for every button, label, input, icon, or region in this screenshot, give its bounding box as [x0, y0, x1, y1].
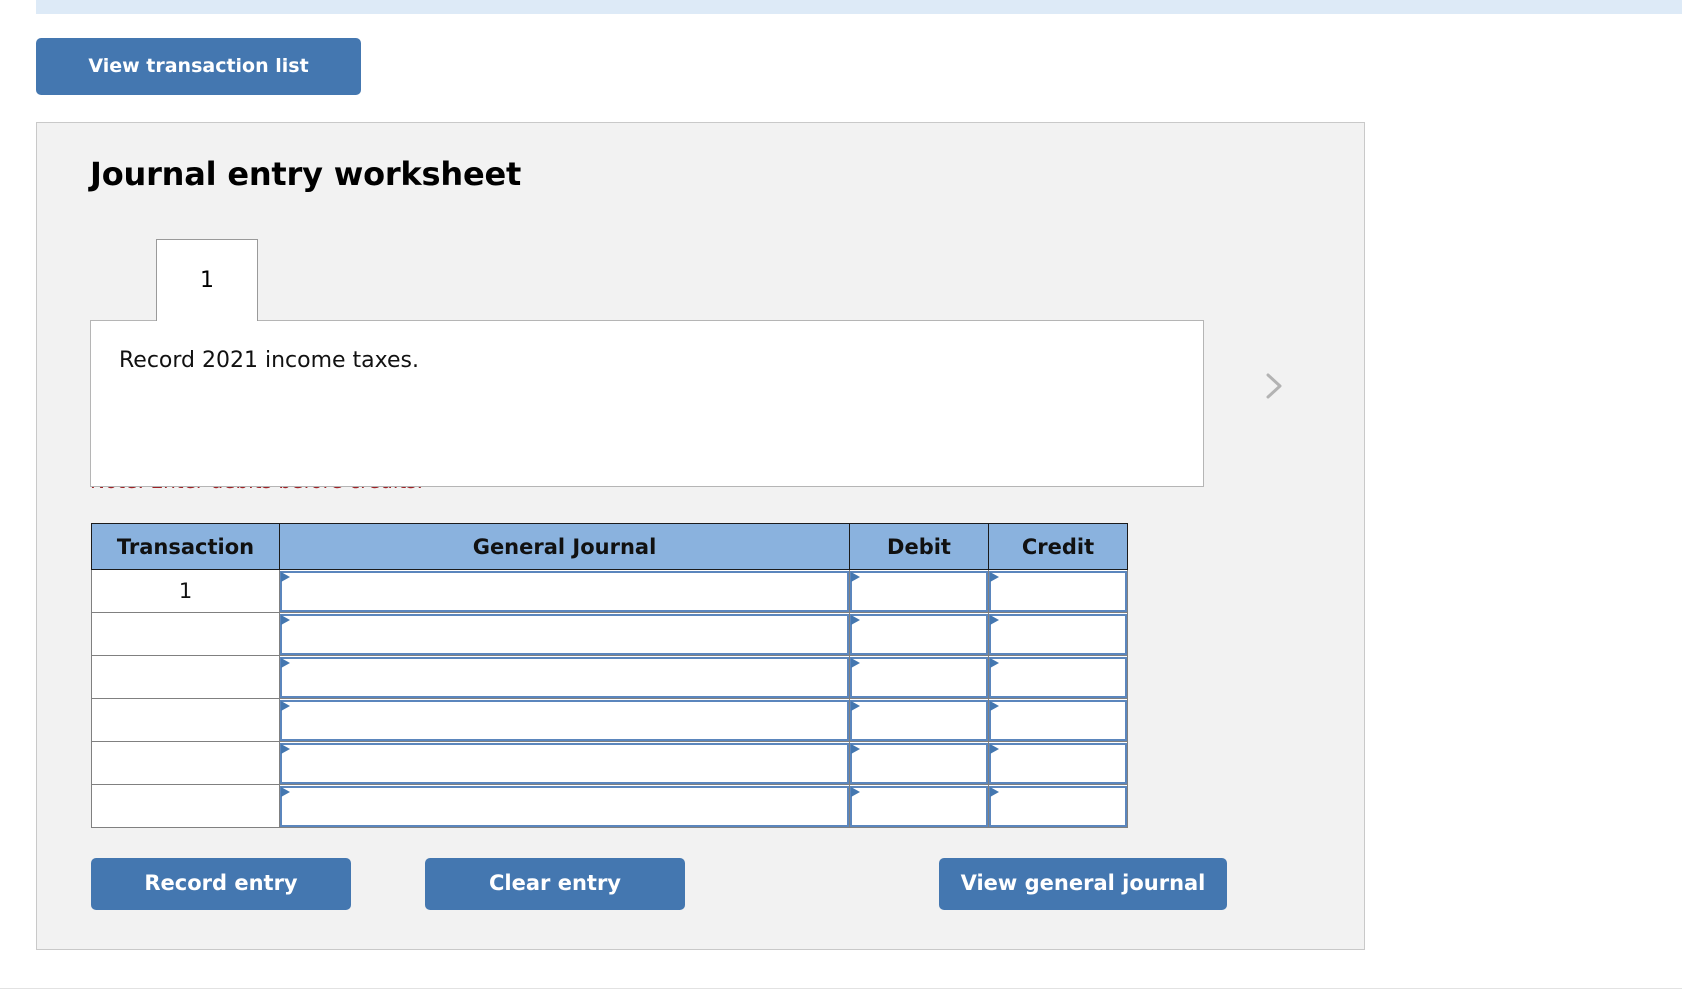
general-journal-input-1[interactable] — [282, 572, 847, 610]
general-journal-field-wrapper — [280, 742, 849, 784]
cell-general-journal[interactable] — [279, 655, 850, 699]
cell-general-journal[interactable] — [279, 741, 850, 785]
view-general-journal-button[interactable]: View general journal — [939, 858, 1227, 910]
credit-input-3[interactable] — [991, 658, 1125, 696]
cell-credit[interactable] — [988, 784, 1128, 828]
credit-field-wrapper — [989, 656, 1127, 698]
column-header-credit: Credit — [988, 523, 1128, 570]
cell-credit[interactable] — [988, 698, 1128, 742]
debit-input-6[interactable] — [852, 787, 986, 825]
general-journal-input-4[interactable] — [282, 701, 847, 739]
top-blue-strip — [36, 0, 1682, 14]
page-title: Journal entry worksheet — [90, 155, 522, 193]
page-root: View transaction list Journal entry work… — [0, 0, 1682, 1002]
cell-general-journal[interactable] — [279, 569, 850, 613]
clear-entry-button[interactable]: Clear entry — [425, 858, 685, 910]
cell-debit[interactable] — [849, 741, 989, 785]
debit-field-wrapper — [850, 656, 988, 698]
general-journal-input-5[interactable] — [282, 744, 847, 782]
cell-transaction-number — [91, 655, 280, 699]
cell-transaction-number — [91, 784, 280, 828]
cell-transaction-number: 1 — [91, 569, 280, 613]
debit-field-wrapper — [850, 570, 988, 612]
credit-input-1[interactable] — [991, 572, 1125, 610]
cell-debit[interactable] — [849, 784, 989, 828]
table-row — [91, 784, 1128, 828]
column-header-transaction: Transaction — [91, 523, 280, 570]
cell-transaction-number — [91, 698, 280, 742]
journal-entry-table: Transaction General Journal Debit Credit… — [91, 523, 1128, 828]
bottom-divider — [0, 988, 1682, 989]
cell-general-journal[interactable] — [279, 784, 850, 828]
credit-input-4[interactable] — [991, 701, 1125, 739]
column-header-general-journal: General Journal — [279, 523, 850, 570]
cell-debit[interactable] — [849, 612, 989, 656]
cell-transaction-number — [91, 612, 280, 656]
cell-credit[interactable] — [988, 569, 1128, 613]
cell-credit[interactable] — [988, 612, 1128, 656]
general-journal-field-wrapper — [280, 785, 849, 827]
general-journal-field-wrapper — [280, 570, 849, 612]
table-row: 1 — [91, 569, 1128, 613]
credit-field-wrapper — [989, 742, 1127, 784]
table-header-row: Transaction General Journal Debit Credit — [91, 523, 1128, 570]
debit-field-wrapper — [850, 699, 988, 741]
credit-input-2[interactable] — [991, 615, 1125, 653]
cell-debit[interactable] — [849, 698, 989, 742]
debit-input-4[interactable] — [852, 701, 986, 739]
cell-general-journal[interactable] — [279, 698, 850, 742]
column-header-debit: Debit — [849, 523, 989, 570]
credit-input-5[interactable] — [991, 744, 1125, 782]
general-journal-field-wrapper — [280, 699, 849, 741]
record-entry-button[interactable]: Record entry — [91, 858, 351, 910]
credit-field-wrapper — [989, 613, 1127, 655]
cell-credit[interactable] — [988, 655, 1128, 699]
cell-debit[interactable] — [849, 569, 989, 613]
general-journal-field-wrapper — [280, 656, 849, 698]
debit-input-2[interactable] — [852, 615, 986, 653]
credit-field-wrapper — [989, 570, 1127, 612]
chevron-right-icon[interactable] — [1255, 369, 1289, 403]
journal-table-body: 1 — [91, 569, 1128, 828]
debit-input-3[interactable] — [852, 658, 986, 696]
table-row — [91, 741, 1128, 785]
cell-credit[interactable] — [988, 741, 1128, 785]
general-journal-input-2[interactable] — [282, 615, 847, 653]
table-row — [91, 612, 1128, 656]
debit-field-wrapper — [850, 742, 988, 784]
table-row — [91, 698, 1128, 742]
transaction-description-box: Record 2021 income taxes. — [90, 320, 1204, 487]
credit-field-wrapper — [989, 785, 1127, 827]
view-transaction-list-button[interactable]: View transaction list — [36, 38, 361, 95]
tab-worksheet-1[interactable]: 1 — [156, 239, 258, 321]
debit-field-wrapper — [850, 785, 988, 827]
debit-field-wrapper — [850, 613, 988, 655]
cell-debit[interactable] — [849, 655, 989, 699]
debit-input-5[interactable] — [852, 744, 986, 782]
general-journal-input-3[interactable] — [282, 658, 847, 696]
general-journal-field-wrapper — [280, 613, 849, 655]
table-row — [91, 655, 1128, 699]
credit-field-wrapper — [989, 699, 1127, 741]
cell-general-journal[interactable] — [279, 612, 850, 656]
cell-transaction-number — [91, 741, 280, 785]
debit-input-1[interactable] — [852, 572, 986, 610]
credit-input-6[interactable] — [991, 787, 1125, 825]
general-journal-input-6[interactable] — [282, 787, 847, 825]
journal-entry-worksheet-panel: Journal entry worksheet 1 Record 2021 in… — [36, 122, 1365, 950]
transaction-description-text: Record 2021 income taxes. — [119, 348, 419, 373]
